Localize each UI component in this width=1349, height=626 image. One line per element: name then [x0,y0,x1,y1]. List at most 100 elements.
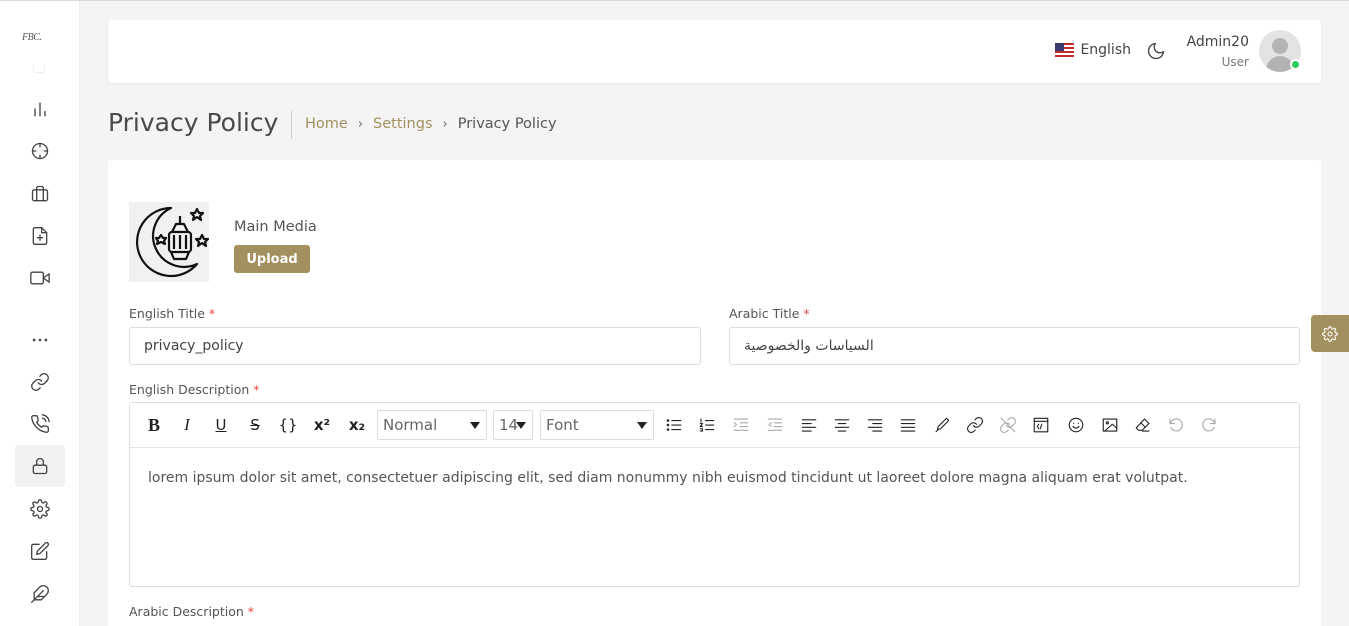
us-flag-icon [1055,43,1075,57]
briefcase-icon [31,185,49,202]
settings-icon [30,499,50,519]
upload-button[interactable]: Upload [234,245,310,273]
sidebar: FBC. [0,1,80,626]
text-color-icon[interactable] [930,414,954,436]
arabic-title-input[interactable] [729,327,1300,365]
caret-down-icon [470,422,480,429]
subscript-icon[interactable]: x₂ [345,414,369,436]
sidebar-item-feather[interactable] [15,573,65,615]
phone-call-icon [31,414,50,433]
insert-link-icon[interactable] [963,414,987,436]
align-left-icon[interactable] [797,414,821,436]
breadcrumb-home[interactable]: Home [305,116,348,132]
language-label: English [1080,42,1131,58]
redo-icon[interactable] [1197,414,1221,436]
gear-icon [1322,325,1338,342]
sidebar-item-services[interactable] [15,173,65,215]
sidebar-item-settings[interactable] [15,488,65,530]
user-name[interactable]: Admin20 [1187,34,1249,50]
chevron-right-icon: › [442,116,448,132]
paragraph-style-value: Normal [383,416,438,434]
sidebar-item-more[interactable] [15,319,65,361]
align-right-icon[interactable] [863,414,887,436]
undo-icon[interactable] [1164,414,1188,436]
code-braces-icon[interactable]: {} [276,414,300,436]
bold-icon[interactable]: B [142,414,166,436]
insert-image-icon[interactable] [1098,414,1122,436]
sidebar-item-edit[interactable] [15,530,65,572]
lock-icon [32,457,48,475]
app-logo[interactable]: FBC. [22,32,42,43]
required-mark: * [247,604,255,619]
crescent-lantern-image [136,206,210,278]
required-mark: * [208,306,216,321]
font-family-value: Font [546,416,579,434]
embed-code-icon[interactable] [1029,414,1053,436]
bullet-list-icon[interactable] [662,414,686,436]
crosshair-icon [31,142,49,160]
underline-icon[interactable]: U [209,414,233,436]
caret-down-icon [516,422,526,429]
top-border [0,0,1349,1]
english-title-label: English Title * [129,306,215,321]
chevron-right-icon: › [357,116,364,132]
english-title-input[interactable] [129,327,701,365]
english-title-label-text: English Title [129,306,205,321]
clear-format-icon[interactable] [1131,414,1155,436]
emoji-icon[interactable] [1064,414,1088,436]
file-plus-icon [32,227,48,245]
required-mark: * [253,382,260,397]
sidebar-item-links[interactable] [15,361,65,403]
font-size-select[interactable]: 14 [493,410,533,440]
theme-customizer-button[interactable] [1311,315,1349,352]
user-role: User [1221,55,1249,69]
english-description-editor: B I U S {} x² x₂ Normal 14 Font lorem ip… [129,402,1300,587]
english-description-label-text: English Description [129,382,250,397]
title-divider [291,111,292,139]
italic-icon[interactable]: I [175,414,199,436]
main-media-label: Main Media [234,219,317,235]
indent-icon[interactable] [729,414,753,436]
breadcrumb-current: Privacy Policy [457,116,557,132]
arabic-title-label: Arabic Title * [729,306,810,321]
sidebar-scroll-hint [33,65,45,73]
avatar-head [1272,38,1288,54]
align-justify-icon[interactable] [896,414,920,436]
sidebar-item-privacy[interactable] [15,445,65,487]
sidebar-item-pages[interactable] [15,215,65,257]
sidebar-item-targets[interactable] [15,130,65,172]
moon-icon[interactable] [1146,41,1166,61]
language-switcher[interactable]: English [1055,42,1131,58]
arabic-description-label: Arabic Description * [129,604,254,619]
more-horizontal-icon [32,338,48,342]
breadcrumb: Home › Settings › Privacy Policy [305,116,557,132]
privacy-policy-form-card: Main Media Upload English Title * Arabic… [108,160,1321,626]
outdent-icon[interactable] [763,414,787,436]
font-family-select[interactable]: Font [540,410,654,440]
numbered-list-icon[interactable] [695,414,719,436]
strikethrough-icon[interactable]: S [243,414,267,436]
caret-down-icon [637,422,647,429]
align-center-icon[interactable] [830,414,854,436]
paragraph-style-select[interactable]: Normal [377,410,487,440]
edit-icon [31,541,50,560]
unlink-icon[interactable] [996,414,1020,436]
breadcrumb-settings[interactable]: Settings [373,116,432,132]
link-icon [31,373,49,391]
english-description-content[interactable]: lorem ipsum dolor sit amet, consectetuer… [148,470,1188,486]
arabic-description-label-text: Arabic Description [129,604,244,619]
required-mark: * [803,306,810,321]
editor-toolbar: B I U S {} x² x₂ Normal 14 Font [130,403,1299,448]
feather-icon [31,584,49,603]
superscript-icon[interactable]: x² [310,414,334,436]
arabic-title-label-text: Arabic Title [729,306,800,321]
video-icon [30,271,50,285]
sidebar-item-contacts[interactable] [15,403,65,445]
main-media-preview [129,202,210,282]
english-description-label: English Description * [129,382,260,397]
sidebar-item-statistics[interactable] [15,88,65,130]
bar-chart-icon [34,102,46,117]
page-title: Privacy Policy [108,108,279,137]
online-status-indicator [1290,59,1301,70]
sidebar-item-videos[interactable] [15,257,65,299]
